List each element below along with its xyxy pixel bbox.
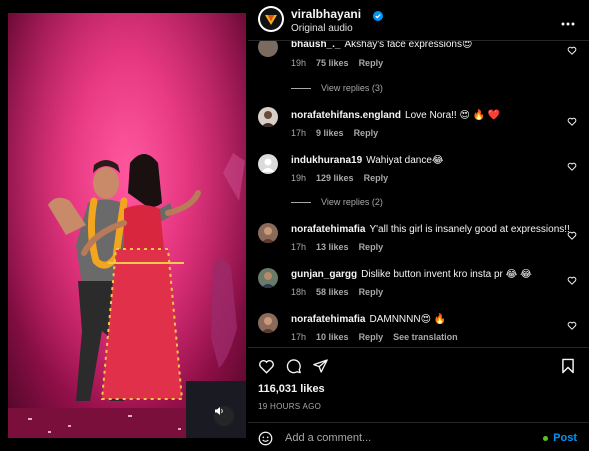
reply-button[interactable]: Reply [359,287,384,297]
comment-time: 18h [291,287,307,297]
heart-icon[interactable] [567,227,577,245]
reply-button[interactable]: Reply [359,58,384,68]
reply-button[interactable]: Reply [359,242,384,252]
video-frame-art [8,13,246,438]
commenter-username[interactable]: norafatehimafia [291,224,365,235]
comment-text: Akshay's face expressions😍 [344,41,473,50]
comment-text: DAMNNNN😍 🔥 [369,314,447,325]
comment-input[interactable] [285,430,515,446]
heart-icon[interactable] [567,42,577,60]
post-timestamp: 19 HOURS AGO [258,402,322,411]
mute-button[interactable] [214,406,234,426]
commenter-avatar[interactable] [258,223,278,243]
author-logo-icon [265,15,277,25]
commenter-username[interactable]: norafatehimafia [291,314,365,325]
add-comment-bar: Post [248,422,589,451]
comment-time: 19h [291,173,307,183]
audio-label[interactable]: Original audio [291,23,353,34]
commenter-avatar[interactable] [258,268,278,288]
commenter-avatar[interactable] [258,107,278,127]
comment-time: 17h [291,242,307,252]
status-dot [543,435,549,441]
heart-icon[interactable] [567,317,577,335]
comment-likes[interactable]: 9 likes [316,128,344,138]
commenter-username[interactable]: bhaush_._ [291,41,340,50]
verified-badge-icon [373,8,383,26]
comment-likes[interactable]: 10 likes [316,332,349,342]
comment-likes[interactable]: 58 likes [316,287,349,297]
bookmark-icon[interactable] [561,358,575,379]
heart-icon[interactable] [567,272,577,290]
commenter-username[interactable]: gunjan_gargg [291,269,357,280]
comment-icon[interactable] [285,358,302,379]
more-options-icon[interactable] [561,13,575,31]
post-button[interactable]: Post [543,432,577,444]
author-avatar[interactable] [258,6,284,32]
commenter-username[interactable]: norafatehifans.england [291,110,401,121]
comment-time: 19h [291,58,307,68]
post-button-label: Post [553,432,577,444]
comment-text: Wahiyat dance😂 [366,155,444,166]
share-icon[interactable] [312,358,329,379]
reel-video[interactable] [8,13,246,438]
comments-list[interactable]: bhaush_._ Akshay's face expressions😍 19h 7… [248,41,589,346]
heart-icon[interactable] [567,113,577,131]
comment-text: Y'all this girl is insanely good at expr… [369,224,570,235]
comment-likes[interactable]: 129 likes [316,173,354,183]
author-username[interactable]: viralbhayani [291,7,361,21]
likes-count[interactable]: 116,031 likes [258,383,325,395]
commenter-username[interactable]: indukhurana19 [291,155,362,166]
commenter-avatar[interactable] [258,41,278,57]
reply-button[interactable]: Reply [359,332,384,342]
post-header: viralbhayani Original audio [248,0,589,41]
commenter-avatar[interactable] [258,313,278,333]
comment-text: Dislike button invent kro insta pr 😂 😂 [361,269,532,280]
comment-likes[interactable]: 75 likes [316,58,349,68]
left-margin [0,0,8,450]
see-translation-button[interactable]: See translation [393,332,458,342]
reply-button[interactable]: Reply [364,173,389,183]
comment-text: Love Nora!! 😍 🔥 ❤️ [405,110,501,121]
reply-button[interactable]: Reply [354,128,379,138]
emoji-icon[interactable] [258,431,273,451]
comment-likes[interactable]: 13 likes [316,242,349,252]
post-panel: viralbhayani Original audio bhaush_._ Aks… [248,0,589,450]
comment-time: 17h [291,128,307,138]
heart-icon[interactable] [567,158,577,176]
post-actions [248,347,589,383]
comment-time: 17h [291,332,307,342]
view-replies-button[interactable]: View replies (3) [291,83,383,93]
like-heart-icon[interactable] [258,358,275,379]
commenter-avatar[interactable] [258,154,278,174]
view-replies-button[interactable]: View replies (2) [291,197,383,207]
